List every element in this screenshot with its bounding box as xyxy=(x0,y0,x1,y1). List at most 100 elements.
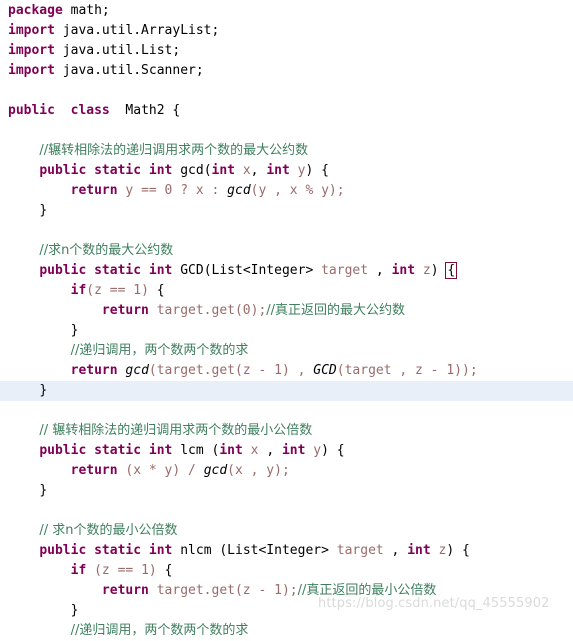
brace: } xyxy=(39,483,48,498)
code-line[interactable]: //求n个数的最大公约数 xyxy=(0,241,573,261)
comment-token: // 求n个数的最小公倍数 xyxy=(39,523,178,538)
keyword-token: int xyxy=(148,443,173,458)
code-text: (z == 1) xyxy=(86,563,165,578)
code-line[interactable]: return y == 0 ? x : gcd(y , x % y); xyxy=(0,181,573,201)
brace: } xyxy=(39,383,48,398)
code-line[interactable]: } xyxy=(0,601,573,621)
code-line[interactable]: return gcd(target.get(z - 1) , GCD(targe… xyxy=(0,361,573,381)
code-line[interactable]: } xyxy=(0,321,573,341)
code-line[interactable]: // 辗转相除法的递归调用求两个数的最小公倍数 xyxy=(0,421,573,441)
code-line-blank[interactable] xyxy=(0,121,573,141)
parameter-token: x xyxy=(250,443,259,458)
keyword-token: int xyxy=(148,263,173,278)
comment-token: //递归调用，两个数两个数的求 xyxy=(70,343,249,358)
brace: } xyxy=(70,323,79,338)
code-line[interactable]: if(z == 1) { xyxy=(0,281,573,301)
code-line[interactable]: public class Math2 { xyxy=(0,101,573,121)
code-text: , xyxy=(258,443,282,458)
keyword-token: int xyxy=(148,543,173,558)
code-line-blank[interactable] xyxy=(0,221,573,241)
code-line[interactable]: } xyxy=(0,201,573,221)
code-text: java.util.ArrayList; xyxy=(54,23,220,38)
comment-token: //辗转相除法的递归调用求两个数的最大公约数 xyxy=(39,143,309,158)
parameter-token: y xyxy=(313,443,322,458)
brace: { xyxy=(321,163,329,178)
code-line[interactable]: } xyxy=(0,481,573,501)
code-line[interactable]: return target.get(0);//真正返回的最大公约数 xyxy=(0,301,573,321)
parameter-token: target xyxy=(321,263,369,278)
keyword-token: int xyxy=(211,163,236,178)
code-line[interactable]: public static int GCD(List<Integer> targ… xyxy=(0,261,573,281)
code-line-blank[interactable] xyxy=(0,401,573,421)
code-text: (target , z - 1)); xyxy=(336,363,478,378)
code-editor-viewport[interactable]: package math; import java.util.ArrayList… xyxy=(0,0,573,638)
code-text: java.util.Scanner; xyxy=(54,63,204,78)
method-name: gcd( xyxy=(172,163,212,178)
keyword-token: static xyxy=(94,443,142,458)
code-text: target.get(0); xyxy=(148,303,267,318)
keyword-token: int xyxy=(219,443,243,458)
comment-token: // 辗转相除法的递归调用求两个数的最小公倍数 xyxy=(39,423,313,438)
keyword-token: public xyxy=(39,163,87,178)
keyword-token: import xyxy=(8,63,55,78)
code-line[interactable]: //辗转相除法的递归调用求两个数的最大公约数 xyxy=(0,141,573,161)
code-line[interactable]: //递归调用，两个数两个数的求 xyxy=(0,341,573,361)
code-line[interactable]: public static int gcd(int x, int y) { xyxy=(0,161,573,181)
method-call: gcd xyxy=(227,183,251,198)
keyword-token: int xyxy=(266,163,290,178)
code-line[interactable]: import java.util.Scanner; xyxy=(0,61,573,81)
code-text: (y , x % y); xyxy=(250,183,345,198)
brace: { xyxy=(172,103,181,118)
keyword-token: public xyxy=(39,263,87,278)
code-text: (z == 1) xyxy=(86,283,157,298)
keyword-token: return xyxy=(101,303,149,318)
method-call: gcd xyxy=(125,363,149,378)
code-line-current[interactable]: } xyxy=(0,381,573,401)
keyword-token: import xyxy=(8,43,55,58)
code-text: , xyxy=(250,163,267,178)
keyword-token: int xyxy=(391,263,416,278)
code-line[interactable]: import java.util.ArrayList; xyxy=(0,21,573,41)
code-text: java.util.List; xyxy=(54,43,181,58)
code-line[interactable]: if (z == 1) { xyxy=(0,561,573,581)
comment-token: //求n个数的最大公约数 xyxy=(39,243,174,258)
code-line[interactable]: public static int lcm (int x , int y) { xyxy=(0,441,573,461)
code-text: ) xyxy=(305,163,322,178)
code-text: ) xyxy=(321,443,337,458)
code-line[interactable]: return (x * y) / gcd(x , y); xyxy=(0,461,573,481)
keyword-token: return xyxy=(70,463,118,478)
keyword-token: int xyxy=(407,543,431,558)
code-line[interactable]: package math; xyxy=(0,1,573,21)
brace: { xyxy=(156,283,165,298)
brace: { xyxy=(462,543,470,558)
keyword-token: import xyxy=(8,23,55,38)
code-line[interactable]: return target.get(z - 1);//真正返回的最小公倍数 xyxy=(0,581,573,601)
brace: { xyxy=(336,443,345,458)
code-line-blank[interactable] xyxy=(0,501,573,521)
code-line[interactable]: import java.util.List; xyxy=(0,41,573,61)
code-line-blank[interactable] xyxy=(0,81,573,101)
code-line-clipped[interactable]: //递归调用，两个数两个数的求 xyxy=(0,621,573,641)
code-text: target.get(z - 1); xyxy=(148,583,298,598)
code-line[interactable]: public static int nlcm (List<Integer> ta… xyxy=(0,541,573,561)
method-name: nlcm (List<Integer> xyxy=(172,543,337,558)
code-line[interactable]: // 求n个数的最小公倍数 xyxy=(0,521,573,541)
class-name: Math2 xyxy=(125,103,173,118)
